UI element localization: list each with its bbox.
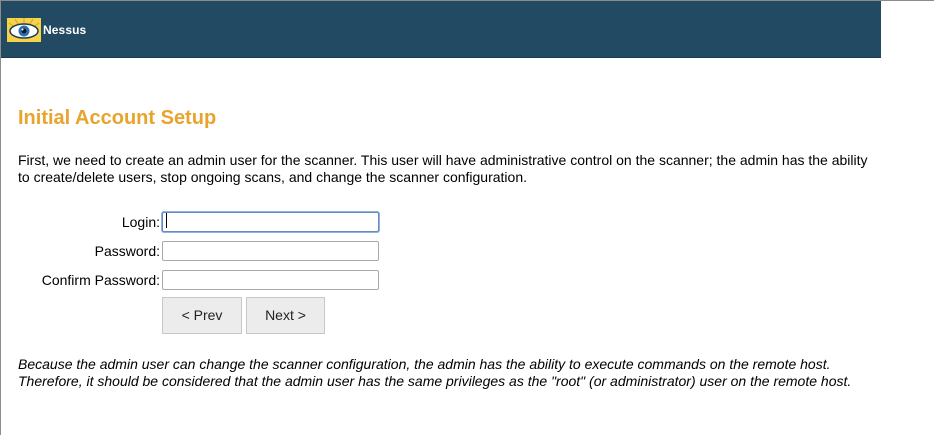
nessus-eye-logo-icon bbox=[7, 18, 41, 42]
prev-button[interactable]: < Prev bbox=[162, 297, 242, 334]
login-input[interactable] bbox=[162, 212, 379, 232]
text-caret bbox=[166, 213, 167, 228]
intro-text: First, we need to create an admin user f… bbox=[18, 152, 868, 185]
password-input[interactable] bbox=[162, 241, 379, 261]
login-row: Login: bbox=[0, 210, 160, 234]
confirm-password-row: Confirm Password: bbox=[0, 268, 160, 292]
page-title: Initial Account Setup bbox=[18, 107, 217, 129]
nessus-setup-page: Nessus Initial Account Setup First, we n… bbox=[0, 0, 934, 435]
next-button[interactable]: Next > bbox=[246, 297, 325, 334]
confirm-password-input[interactable] bbox=[162, 270, 379, 290]
confirm-password-label: Confirm Password: bbox=[41, 272, 160, 288]
nessus-logo[interactable]: Nessus bbox=[7, 18, 86, 42]
header-bar: Nessus bbox=[1, 1, 881, 58]
login-label: Login: bbox=[121, 214, 160, 230]
admin-privileges-note: Because the admin user can change the sc… bbox=[18, 356, 852, 389]
password-row: Password: bbox=[0, 239, 160, 263]
brand-name: Nessus bbox=[43, 23, 87, 37]
password-label: Password: bbox=[94, 243, 160, 259]
